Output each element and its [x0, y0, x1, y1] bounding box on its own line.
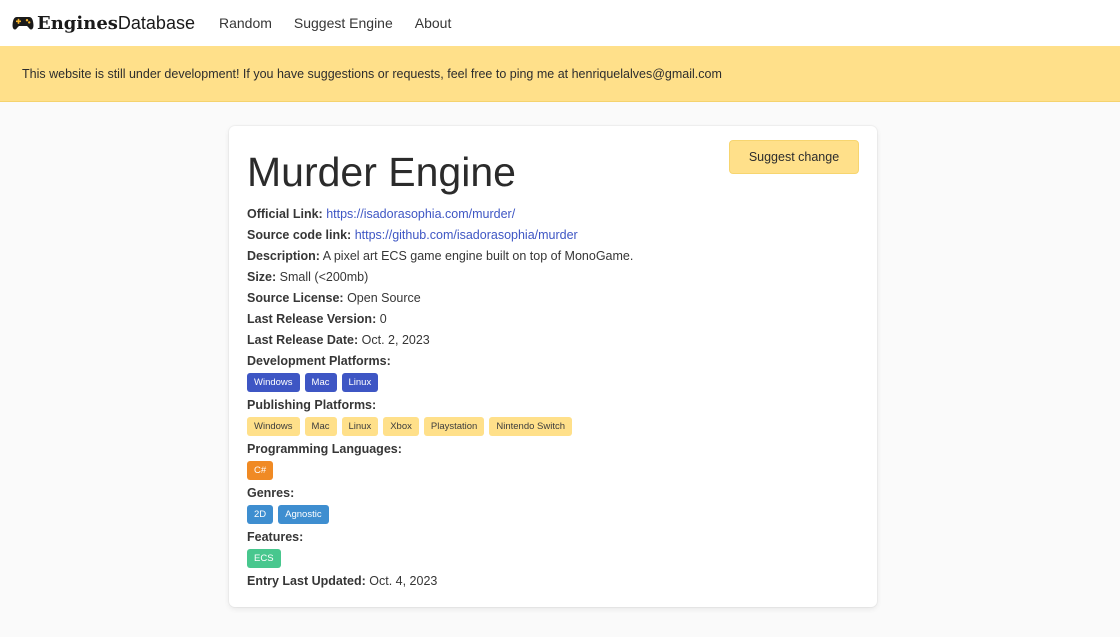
official-link[interactable]: https://isadorasophia.com/murder/ [326, 207, 515, 221]
suggest-change-button[interactable]: Suggest change [729, 140, 859, 174]
description-label: Description: [247, 249, 320, 263]
release-version-row: Last Release Version: 0 [247, 309, 857, 330]
pub-platforms-label: Publishing Platforms: [247, 398, 377, 412]
source-link-row: Source code link: https://github.com/isa… [247, 225, 857, 246]
dev-platforms-label: Development Platforms: [247, 354, 391, 368]
dev-platforms-heading: Development Platforms: [247, 351, 857, 372]
tag-lang-csharp[interactable]: C# [247, 461, 274, 480]
engine-card: Murder Engine Suggest change Official Li… [229, 126, 877, 607]
tag-dev-linux[interactable]: Linux [341, 373, 379, 392]
license-label: Source License: [247, 291, 344, 305]
navbar: Engines Database Random Suggest Engine Ab… [0, 0, 1120, 46]
release-date-value: Oct. 2, 2023 [361, 333, 430, 347]
source-link-label: Source code link: [247, 228, 352, 242]
size-value: Small (<200mb) [279, 270, 369, 284]
tag-pub-xbox[interactable]: Xbox [383, 417, 419, 436]
size-label: Size: [247, 270, 277, 284]
release-date-label: Last Release Date: [247, 333, 359, 347]
tag-pub-nintendo-switch[interactable]: Nintendo Switch [489, 417, 573, 436]
release-date-row: Last Release Date: Oct. 2, 2023 [247, 330, 857, 351]
features-label: Features: [247, 530, 304, 544]
tag-pub-playstation[interactable]: Playstation [423, 417, 485, 436]
tag-pub-mac[interactable]: Mac [304, 417, 337, 436]
description-row: Description: A pixel art ECS game engine… [247, 246, 857, 267]
genres-tags: 2D Agnostic [247, 505, 857, 527]
description-value: A pixel art ECS game engine built on top… [322, 249, 634, 263]
tag-dev-mac[interactable]: Mac [304, 373, 337, 392]
official-link-row: Official Link: https://isadorasophia.com… [247, 204, 857, 225]
dev-platforms-tags: Windows Mac Linux [247, 373, 857, 395]
pub-platforms-tags: Windows Mac Linux Xbox Playstation Ninte… [247, 417, 857, 439]
nav-suggest-engine[interactable]: Suggest Engine [294, 15, 393, 31]
tag-pub-linux[interactable]: Linux [341, 417, 379, 436]
languages-heading: Programming Languages: [247, 439, 857, 460]
official-link-label: Official Link: [247, 207, 323, 221]
pub-platforms-heading: Publishing Platforms: [247, 395, 857, 416]
release-version-label: Last Release Version: [247, 312, 377, 326]
genres-heading: Genres: [247, 483, 857, 504]
features-heading: Features: [247, 527, 857, 548]
last-updated-value: Oct. 4, 2023 [369, 574, 438, 588]
tag-feature-ecs[interactable]: ECS [247, 549, 281, 568]
genres-label: Genres: [247, 486, 295, 500]
nav-random[interactable]: Random [219, 15, 272, 31]
brand-name-bold: Engines [37, 12, 118, 34]
nav-about[interactable]: About [415, 15, 452, 31]
license-row: Source License: Open Source [247, 288, 857, 309]
languages-label: Programming Languages: [247, 442, 402, 456]
license-value: Open Source [347, 291, 421, 305]
tag-genre-agnostic[interactable]: Agnostic [278, 505, 329, 524]
release-version-value: 0 [379, 312, 387, 326]
engine-title: Murder Engine [247, 149, 516, 195]
tag-pub-windows[interactable]: Windows [247, 417, 300, 436]
last-updated-row: Entry Last Updated: Oct. 4, 2023 [247, 571, 857, 592]
last-updated-label: Entry Last Updated: [247, 574, 366, 588]
development-notice: This website is still under development!… [0, 46, 1120, 102]
tag-genre-2d[interactable]: 2D [247, 505, 274, 524]
tag-dev-windows[interactable]: Windows [247, 373, 300, 392]
gamepad-icon [12, 14, 34, 32]
source-code-link[interactable]: https://github.com/isadorasophia/murder [355, 228, 578, 242]
size-row: Size: Small (<200mb) [247, 267, 857, 288]
languages-tags: C# [247, 461, 857, 483]
features-tags: ECS [247, 549, 857, 571]
engine-details: Official Link: https://isadorasophia.com… [247, 204, 857, 592]
brand-name-light: Database [117, 12, 195, 33]
brand-logo-link[interactable]: Engines Database [12, 13, 195, 34]
